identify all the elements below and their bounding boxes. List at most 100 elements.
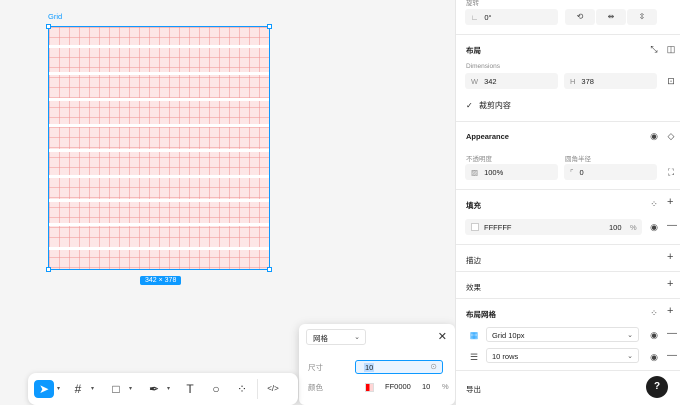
independent-corners-icon[interactable]: ⛶ [665,167,677,178]
remove-grid-icon[interactable]: — [667,350,677,361]
color-opacity-input[interactable]: 10 [422,382,430,391]
corner-radius-icon: ⌜ [570,168,574,177]
height-prefix: H [570,77,576,86]
angle-icon: ∟ [471,13,479,22]
fill-opacity: 100 [609,223,622,232]
grid-row-gap [49,45,269,48]
eye-icon[interactable]: ◉ [648,330,660,341]
chevron-down-icon[interactable]: ▾ [91,385,94,392]
rotate-90-button[interactable]: ⟲ [565,9,595,25]
blend-mode-icon[interactable]: ◇ [665,131,677,142]
eye-icon[interactable]: ◉ [648,131,660,142]
grid-row-gap [49,149,269,152]
grid-type-value: 网格 [313,334,328,343]
remove-grid-icon[interactable]: — [667,328,677,339]
help-button[interactable]: ? [646,376,668,398]
color-swatch[interactable] [365,383,374,392]
add-effect-icon[interactable]: + [667,278,673,290]
resize-handle-tl[interactable] [46,24,51,29]
comment-tool-icon[interactable]: ○ [206,380,226,398]
resize-handle-bl[interactable] [46,267,51,272]
chevron-down-icon: ⌄ [627,353,633,360]
clip-content-label: 裁剪内容 [478,101,511,110]
chevron-down-icon[interactable]: ▾ [167,385,170,392]
remove-fill-icon[interactable]: — [667,220,677,231]
radius-label: 圆角半径 [565,156,591,163]
stroke-section: 描边 + [456,245,680,272]
fill-swatch[interactable] [471,223,479,231]
clip-content-checkbox[interactable]: ✓ 裁剪内容 [466,100,511,111]
fill-hex: FFFFFF [484,223,512,232]
resize-handle-br[interactable] [267,267,272,272]
opacity-label: 不透明度 [466,156,492,163]
move-tool-icon[interactable]: ➤ [34,380,54,398]
grid-row-gap [49,223,269,226]
grid-row-gap [49,124,269,127]
opacity-field[interactable]: ▨ 100% [465,164,558,180]
grid-select-2[interactable]: 10 rows ⌄ [486,348,639,363]
add-stroke-icon[interactable]: + [667,251,673,263]
height-value: 378 [581,77,594,86]
size-label: 尺寸 [308,363,323,372]
color-hex-input[interactable]: FF0000 [385,382,411,391]
width-prefix: W [471,77,479,86]
opacity-icon: ▨ [471,168,479,177]
collapse-icon[interactable]: ⤡ [648,44,660,55]
chevron-down-icon[interactable]: ▾ [129,385,132,392]
eye-icon[interactable]: ◉ [648,222,660,233]
radius-value: 0 [579,168,584,177]
auto-layout-icon[interactable]: ◫ [665,44,677,55]
flip-vertical-button[interactable]: ⇳ [627,9,657,25]
grid-row-gap [49,247,269,250]
eye-icon[interactable]: ◉ [648,352,660,363]
styles-icon[interactable]: ⁘ [648,199,660,210]
frame-tool-icon[interactable]: # [68,380,88,398]
add-fill-icon[interactable]: + [667,196,673,208]
grid-icon[interactable]: ▦ [468,330,480,341]
popup-header: 网格 ⌄ ✕ [299,324,455,350]
pen-tool-icon[interactable]: ✒ [144,380,164,398]
appearance-section: Appearance ◉ ◇ 不透明度 圆角半径 ▨ 100% ⌜ 0 ⛶ [456,122,680,190]
export-title: 导出 [466,385,481,394]
stroke-title: 描边 [466,256,481,265]
rotation-field[interactable]: ∟ 0° [465,9,558,25]
grid-select-1[interactable]: Grid 10px ⌄ [486,327,639,342]
color-label: 颜色 [308,383,323,392]
grid-select-2-value: 10 rows [492,352,519,361]
resize-handle-tr[interactable] [267,24,272,29]
canvas[interactable]: Grid 342 × 378 网格 ⌄ ✕ 尺寸 10 ⊙ 颜色 FF0000 … [0,0,455,405]
grid-row-gap [49,175,269,178]
layout-title: 布局 [466,46,481,55]
chevron-down-icon: ⌄ [354,334,360,341]
rectangle-tool-icon[interactable]: □ [106,380,126,398]
frame-label[interactable]: Grid [48,12,62,21]
size-value: 10 [364,363,375,372]
add-grid-icon[interactable]: + [667,305,673,317]
rotation-label: 旋转 [466,0,479,7]
resize-to-fit-icon[interactable]: ⊡ [665,76,677,87]
styles-icon[interactable]: ⁘ [648,308,660,319]
fill-field[interactable]: FFFFFF 100 % [465,219,642,235]
width-field[interactable]: W 342 [465,73,558,89]
rotation-value: 0° [484,13,492,22]
effects-title: 效果 [466,283,481,292]
text-tool-icon[interactable]: T [180,380,200,398]
layout-section: 布局 ⤡ ◫ Dimensions W 342 H 378 ⊡ ✓ 裁剪内容 [456,35,680,122]
effects-section: 效果 + [456,272,680,299]
layout-grid-title: 布局网格 [466,310,496,319]
dev-mode-button[interactable]: </> [261,380,285,398]
size-input[interactable]: 10 ⊙ [355,360,443,374]
close-icon[interactable]: ✕ [438,330,447,343]
grid-type-select[interactable]: 网格 ⌄ [306,329,366,345]
height-field[interactable]: H 378 [564,73,657,89]
chevron-down-icon[interactable]: ▾ [57,385,60,392]
grid-row-gap [49,199,269,202]
checkmark-icon: ✓ [466,101,473,110]
rows-icon[interactable]: ☰ [468,352,480,363]
flip-horizontal-button[interactable]: ⇹ [596,9,626,25]
chevron-down-icon: ⌄ [627,332,633,339]
grid-frame[interactable] [48,26,270,270]
clear-icon[interactable]: ⊙ [430,362,437,371]
radius-field[interactable]: ⌜ 0 [564,164,657,180]
actions-tool-icon[interactable]: ⁘ [232,380,252,398]
